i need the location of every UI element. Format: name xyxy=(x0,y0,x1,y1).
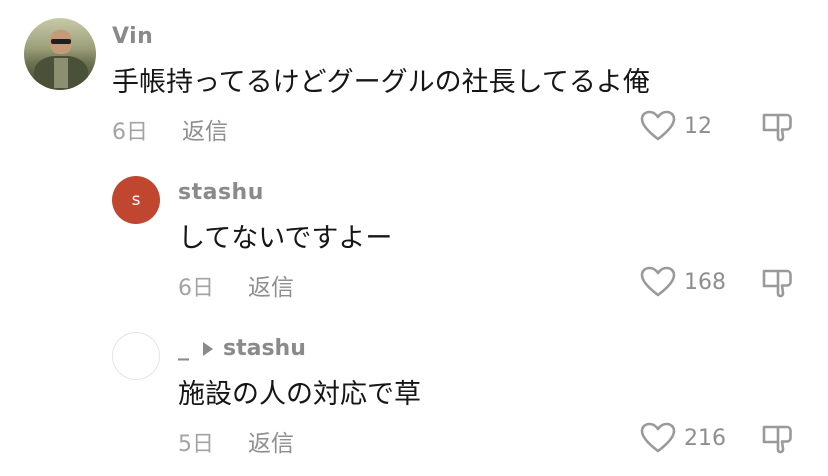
like-count: 168 xyxy=(684,269,726,295)
comment-thread: Vin 手帳持ってるけどグーグルの社長してるよ俺 6日 返信 12 s stas… xyxy=(0,0,828,476)
thumbs-down-icon xyxy=(762,113,792,142)
reply-button[interactable]: 返信 xyxy=(248,268,294,302)
heart-outline-icon xyxy=(640,266,676,297)
user-avatar-stashu[interactable]: s xyxy=(112,176,160,224)
dislike-button[interactable] xyxy=(760,422,794,456)
like-button[interactable]: 12 xyxy=(640,110,712,142)
like-button[interactable]: 168 xyxy=(640,266,726,298)
comment-text: 施設の人の対応で草 xyxy=(178,379,421,410)
reply-to-header: _ stashu xyxy=(178,336,306,361)
reply-button[interactable]: 返信 xyxy=(182,112,228,146)
heart-outline-icon xyxy=(640,422,676,453)
comment-date: 6日 xyxy=(178,276,214,301)
user-avatar-vin[interactable] xyxy=(24,18,96,90)
avatar-letter: s xyxy=(131,190,141,210)
comment-date: 6日 xyxy=(112,120,148,145)
like-count: 12 xyxy=(684,113,712,139)
thumbs-down-icon xyxy=(762,425,792,454)
thumbs-down-icon xyxy=(762,269,792,298)
comment-username[interactable]: stashu xyxy=(178,180,264,205)
dislike-button[interactable] xyxy=(760,110,794,144)
reply-button[interactable]: 返信 xyxy=(248,424,294,458)
reply-to-username[interactable]: stashu xyxy=(223,336,306,361)
like-count: 216 xyxy=(684,425,726,451)
comment-username[interactable]: _ xyxy=(178,336,189,361)
like-button[interactable]: 216 xyxy=(640,422,726,454)
user-avatar-underscore[interactable] xyxy=(112,332,160,380)
play-arrow-icon xyxy=(203,341,213,356)
dislike-button[interactable] xyxy=(760,266,794,300)
comment-username[interactable]: Vin xyxy=(112,24,153,49)
heart-outline-icon xyxy=(640,110,676,141)
comment-text: 手帳持ってるけどグーグルの社長してるよ俺 xyxy=(112,67,650,98)
comment-date: 5日 xyxy=(178,432,214,457)
comment-text: してないですよー xyxy=(178,223,393,254)
